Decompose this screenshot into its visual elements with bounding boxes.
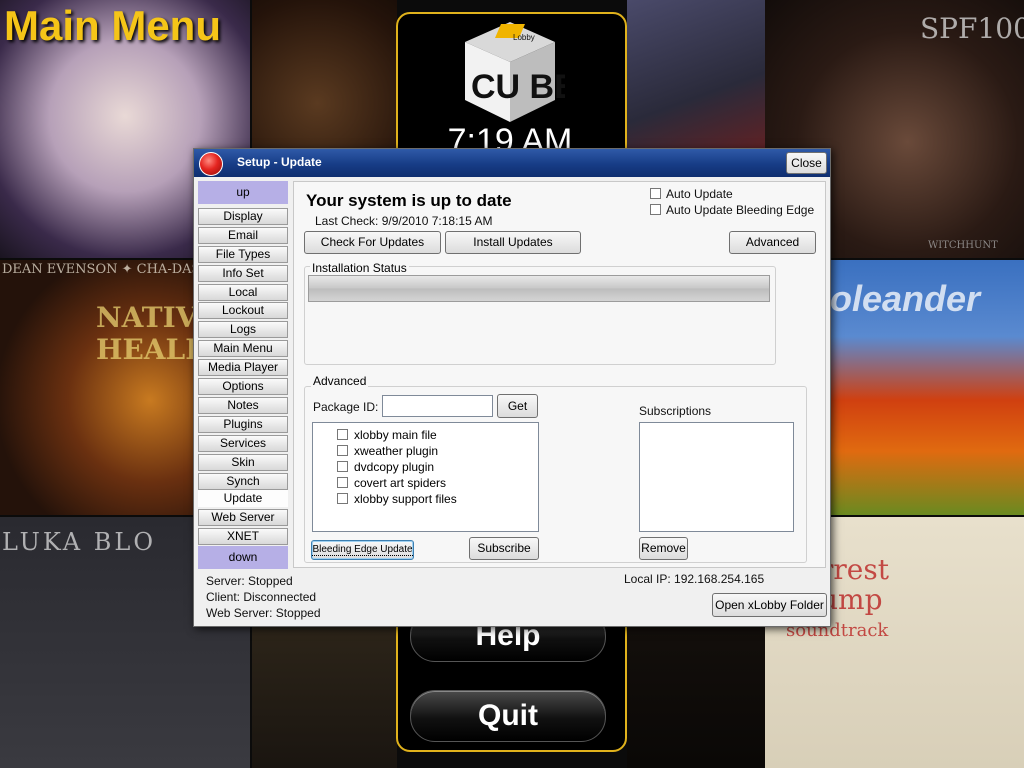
package-label: xlobby main file <box>354 428 437 442</box>
album-text: WITCHHUNT <box>928 240 998 251</box>
package-checkbox[interactable] <box>337 429 348 440</box>
main-menu-title: Main Menu <box>4 2 221 49</box>
window-titlebar: Setup - Update Close <box>194 149 830 177</box>
sidebar-item-display[interactable]: Display <box>198 208 288 225</box>
package-label: xweather plugin <box>354 444 439 458</box>
subscriptions-label: Subscriptions <box>639 404 712 418</box>
package-label: xlobby support files <box>354 492 457 506</box>
installation-status-label: Installation Status <box>310 261 409 275</box>
sidebar-item-web-server[interactable]: Web Server <box>198 509 288 526</box>
auto-update-checkbox[interactable] <box>650 188 661 199</box>
close-button[interactable]: Close <box>786 152 827 174</box>
sidebar-item-skin[interactable]: Skin <box>198 454 288 471</box>
update-panel: Your system is up to date Last Check: 9/… <box>293 181 826 568</box>
server-status: Server: Stopped <box>206 574 293 588</box>
sidebar-item-info-set[interactable]: Info Set <box>198 265 288 282</box>
auto-update-label: Auto Update <box>666 187 733 201</box>
album-text: LUKA BLO <box>2 528 157 556</box>
sidebar-item-services[interactable]: Services <box>198 435 288 452</box>
clock: 7:19 AM <box>447 122 573 148</box>
sidebar-item-logs[interactable]: Logs <box>198 321 288 338</box>
package-checkbox[interactable] <box>337 445 348 456</box>
check-for-updates-button[interactable]: Check For Updates <box>304 231 441 254</box>
package-checkbox[interactable] <box>337 461 348 472</box>
package-id-label: Package ID: <box>313 400 379 414</box>
sidebar-item-lockout[interactable]: Lockout <box>198 302 288 319</box>
open-xlobby-folder-button[interactable]: Open xLobby Folder <box>712 593 827 617</box>
remove-button[interactable]: Remove <box>639 537 688 560</box>
advanced-button[interactable]: Advanced <box>729 231 816 254</box>
xlobby-cube-logo: CU BE Lobby <box>465 22 565 122</box>
sidebar-up-button[interactable]: up <box>198 181 288 204</box>
window-icon <box>199 152 223 176</box>
sidebar-item-notes[interactable]: Notes <box>198 397 288 414</box>
bleeding-edge-update-label: Bleeding Edge Update <box>312 544 413 556</box>
get-button[interactable]: Get <box>497 394 538 418</box>
auto-update-bleeding-label: Auto Update Bleeding Edge <box>666 203 815 217</box>
logo-text: CU BE <box>471 68 565 106</box>
sidebar-item-xnet[interactable]: XNET <box>198 528 288 545</box>
package-id-input[interactable] <box>382 395 493 417</box>
client-status: Client: Disconnected <box>206 590 317 604</box>
sidebar-item-file-types[interactable]: File Types <box>198 246 288 263</box>
setup-update-window: Setup - Update Close up Display Email Fi… <box>193 148 831 627</box>
package-label: covert art spiders <box>354 476 447 490</box>
update-status-heading: Your system is up to date <box>306 191 512 210</box>
advanced-group-label: Advanced <box>311 374 369 388</box>
sidebar-item-local[interactable]: Local <box>198 284 288 301</box>
subscriptions-list[interactable] <box>639 422 794 532</box>
album-text: DEAN EVENSON ✦ CHA-DAS-SE <box>2 262 224 277</box>
web-server-status: Web Server: Stopped <box>206 606 321 620</box>
sidebar-item-media-player[interactable]: Media Player <box>198 359 288 376</box>
bleeding-edge-update-button[interactable]: Bleeding Edge Update <box>311 540 414 560</box>
sidebar-item-update[interactable]: Update <box>198 490 288 507</box>
local-ip-text: Local IP: 192.168.254.165 <box>624 572 765 586</box>
sidebar-item-plugins[interactable]: Plugins <box>198 416 288 433</box>
sidebar-item-synch[interactable]: Synch <box>198 473 288 490</box>
package-checkbox[interactable] <box>337 477 348 488</box>
logo-small-text: Lobby <box>513 33 535 42</box>
subscribe-button[interactable]: Subscribe <box>469 537 539 560</box>
album-text: SPF1000 <box>920 12 1024 45</box>
sidebar-item-main-menu[interactable]: Main Menu <box>198 340 288 357</box>
auto-update-bleeding-checkbox[interactable] <box>650 204 661 215</box>
installation-progress-bar <box>308 275 770 302</box>
sidebar-item-email[interactable]: Email <box>198 227 288 244</box>
sidebar-item-options[interactable]: Options <box>198 378 288 395</box>
package-label: dvdcopy plugin <box>354 460 435 474</box>
package-checkbox[interactable] <box>337 493 348 504</box>
album-text: oleander <box>830 278 981 319</box>
sidebar-down-button[interactable]: down <box>198 546 288 569</box>
last-check-text: Last Check: 9/9/2010 7:18:15 AM <box>315 214 493 228</box>
package-list: xlobby main file xweather plugin dvdcopy… <box>312 422 539 532</box>
quit-button[interactable]: Quit <box>410 690 606 742</box>
window-title: Setup - Update <box>237 155 322 169</box>
install-updates-button[interactable]: Install Updates <box>445 231 581 254</box>
